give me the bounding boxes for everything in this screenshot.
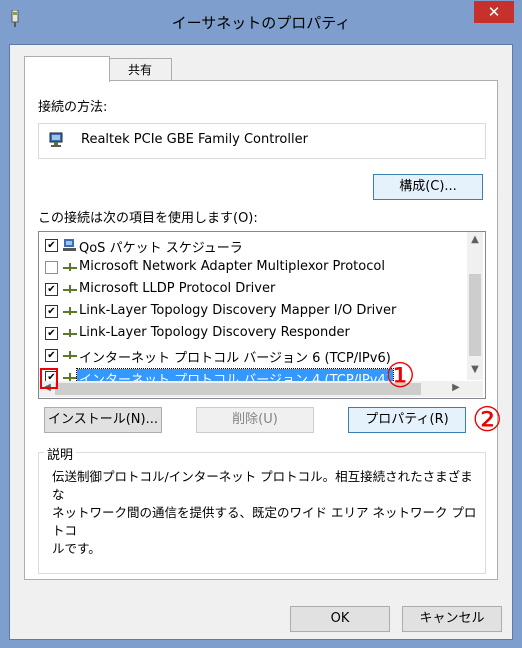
item-checkbox[interactable] <box>45 261 58 274</box>
scroll-up-icon[interactable]: ▲ <box>468 234 482 245</box>
configure-button[interactable]: 構成(C)... <box>373 174 483 200</box>
qos-icon <box>63 239 76 251</box>
uninstall-button: 削除(U) <box>196 407 314 433</box>
item-label: Microsoft LLDP Protocol Driver <box>79 281 276 296</box>
network-card-icon <box>49 132 63 147</box>
list-item[interactable]: ✔ Link-Layer Topology Discovery Mapper I… <box>39 302 469 322</box>
item-label: Link-Layer Topology Discovery Responder <box>79 325 350 340</box>
item-label: インターネット プロトコル バージョン 6 (TCP/IPv6) <box>79 351 391 366</box>
annotation-marker-2: ② <box>472 400 503 440</box>
vertical-scrollbar[interactable]: ▲ ▼ <box>467 232 483 380</box>
title-bar[interactable]: イーサネットのプロパティ ✕ <box>0 0 522 44</box>
highlight-box <box>40 368 58 389</box>
protocol-icon <box>63 285 77 293</box>
description-text: 伝送制御プロトコル/インターネット プロトコル。相互接続されたさまざまな ネット… <box>52 469 477 556</box>
scroll-thumb[interactable] <box>55 383 421 395</box>
item-checkbox[interactable]: ✔ <box>45 283 58 296</box>
adapter-name: Realtek PCIe GBE Family Controller <box>81 132 308 147</box>
item-label: QoS パケット スケジューラ <box>79 241 243 256</box>
annotation-marker-1: ① <box>385 356 416 396</box>
item-checkbox[interactable]: ✔ <box>45 327 58 340</box>
protocol-icon <box>63 329 77 337</box>
protocol-icon <box>63 307 77 315</box>
item-checkbox[interactable]: ✔ <box>45 239 58 252</box>
properties-button[interactable]: プロパティ(R) <box>348 407 466 433</box>
tab-sharing[interactable]: 共有 <box>108 58 172 81</box>
item-checkbox[interactable]: ✔ <box>45 349 58 362</box>
properties-window: イーサネットのプロパティ ✕ 共有 接続の方法: Realtek PCIe GB… <box>0 0 522 648</box>
adapter-field: Realtek PCIe GBE Family Controller <box>38 123 486 159</box>
items-label: この接続は次の項目を使用します(O): <box>38 211 258 226</box>
connect-using-label: 接続の方法: <box>38 100 108 115</box>
list-item[interactable]: ✔ Microsoft LLDP Protocol Driver <box>39 280 469 300</box>
description-title: 説明 <box>44 444 77 463</box>
cancel-button[interactable]: キャンセル <box>402 606 502 632</box>
item-label: Microsoft Network Adapter Multiplexor Pr… <box>79 259 385 274</box>
horizontal-scrollbar[interactable]: ◀ ▶ <box>39 381 483 397</box>
list-item[interactable]: ✔ QoS パケット スケジューラ <box>39 236 469 256</box>
scroll-right-icon[interactable]: ▶ <box>449 382 463 393</box>
scroll-thumb[interactable] <box>469 274 481 356</box>
protocol-icon <box>63 351 77 359</box>
list-item[interactable]: Microsoft Network Adapter Multiplexor Pr… <box>39 258 469 278</box>
list-item[interactable]: ✔ Link-Layer Topology Discovery Responde… <box>39 324 469 344</box>
scroll-down-icon[interactable]: ▼ <box>468 364 482 375</box>
window-title: イーサネットのプロパティ <box>171 14 351 32</box>
install-button[interactable]: インストール(N)... <box>44 407 162 433</box>
item-checkbox[interactable]: ✔ <box>45 305 58 318</box>
protocol-icon <box>63 263 77 271</box>
ok-button[interactable]: OK <box>290 606 390 632</box>
items-listbox[interactable]: ✔ QoS パケット スケジューラ Microsoft Network Adap… <box>38 231 486 399</box>
item-label: Link-Layer Topology Discovery Mapper I/O… <box>79 303 397 318</box>
close-button[interactable]: ✕ <box>474 1 514 23</box>
tab-networking[interactable] <box>24 56 110 82</box>
